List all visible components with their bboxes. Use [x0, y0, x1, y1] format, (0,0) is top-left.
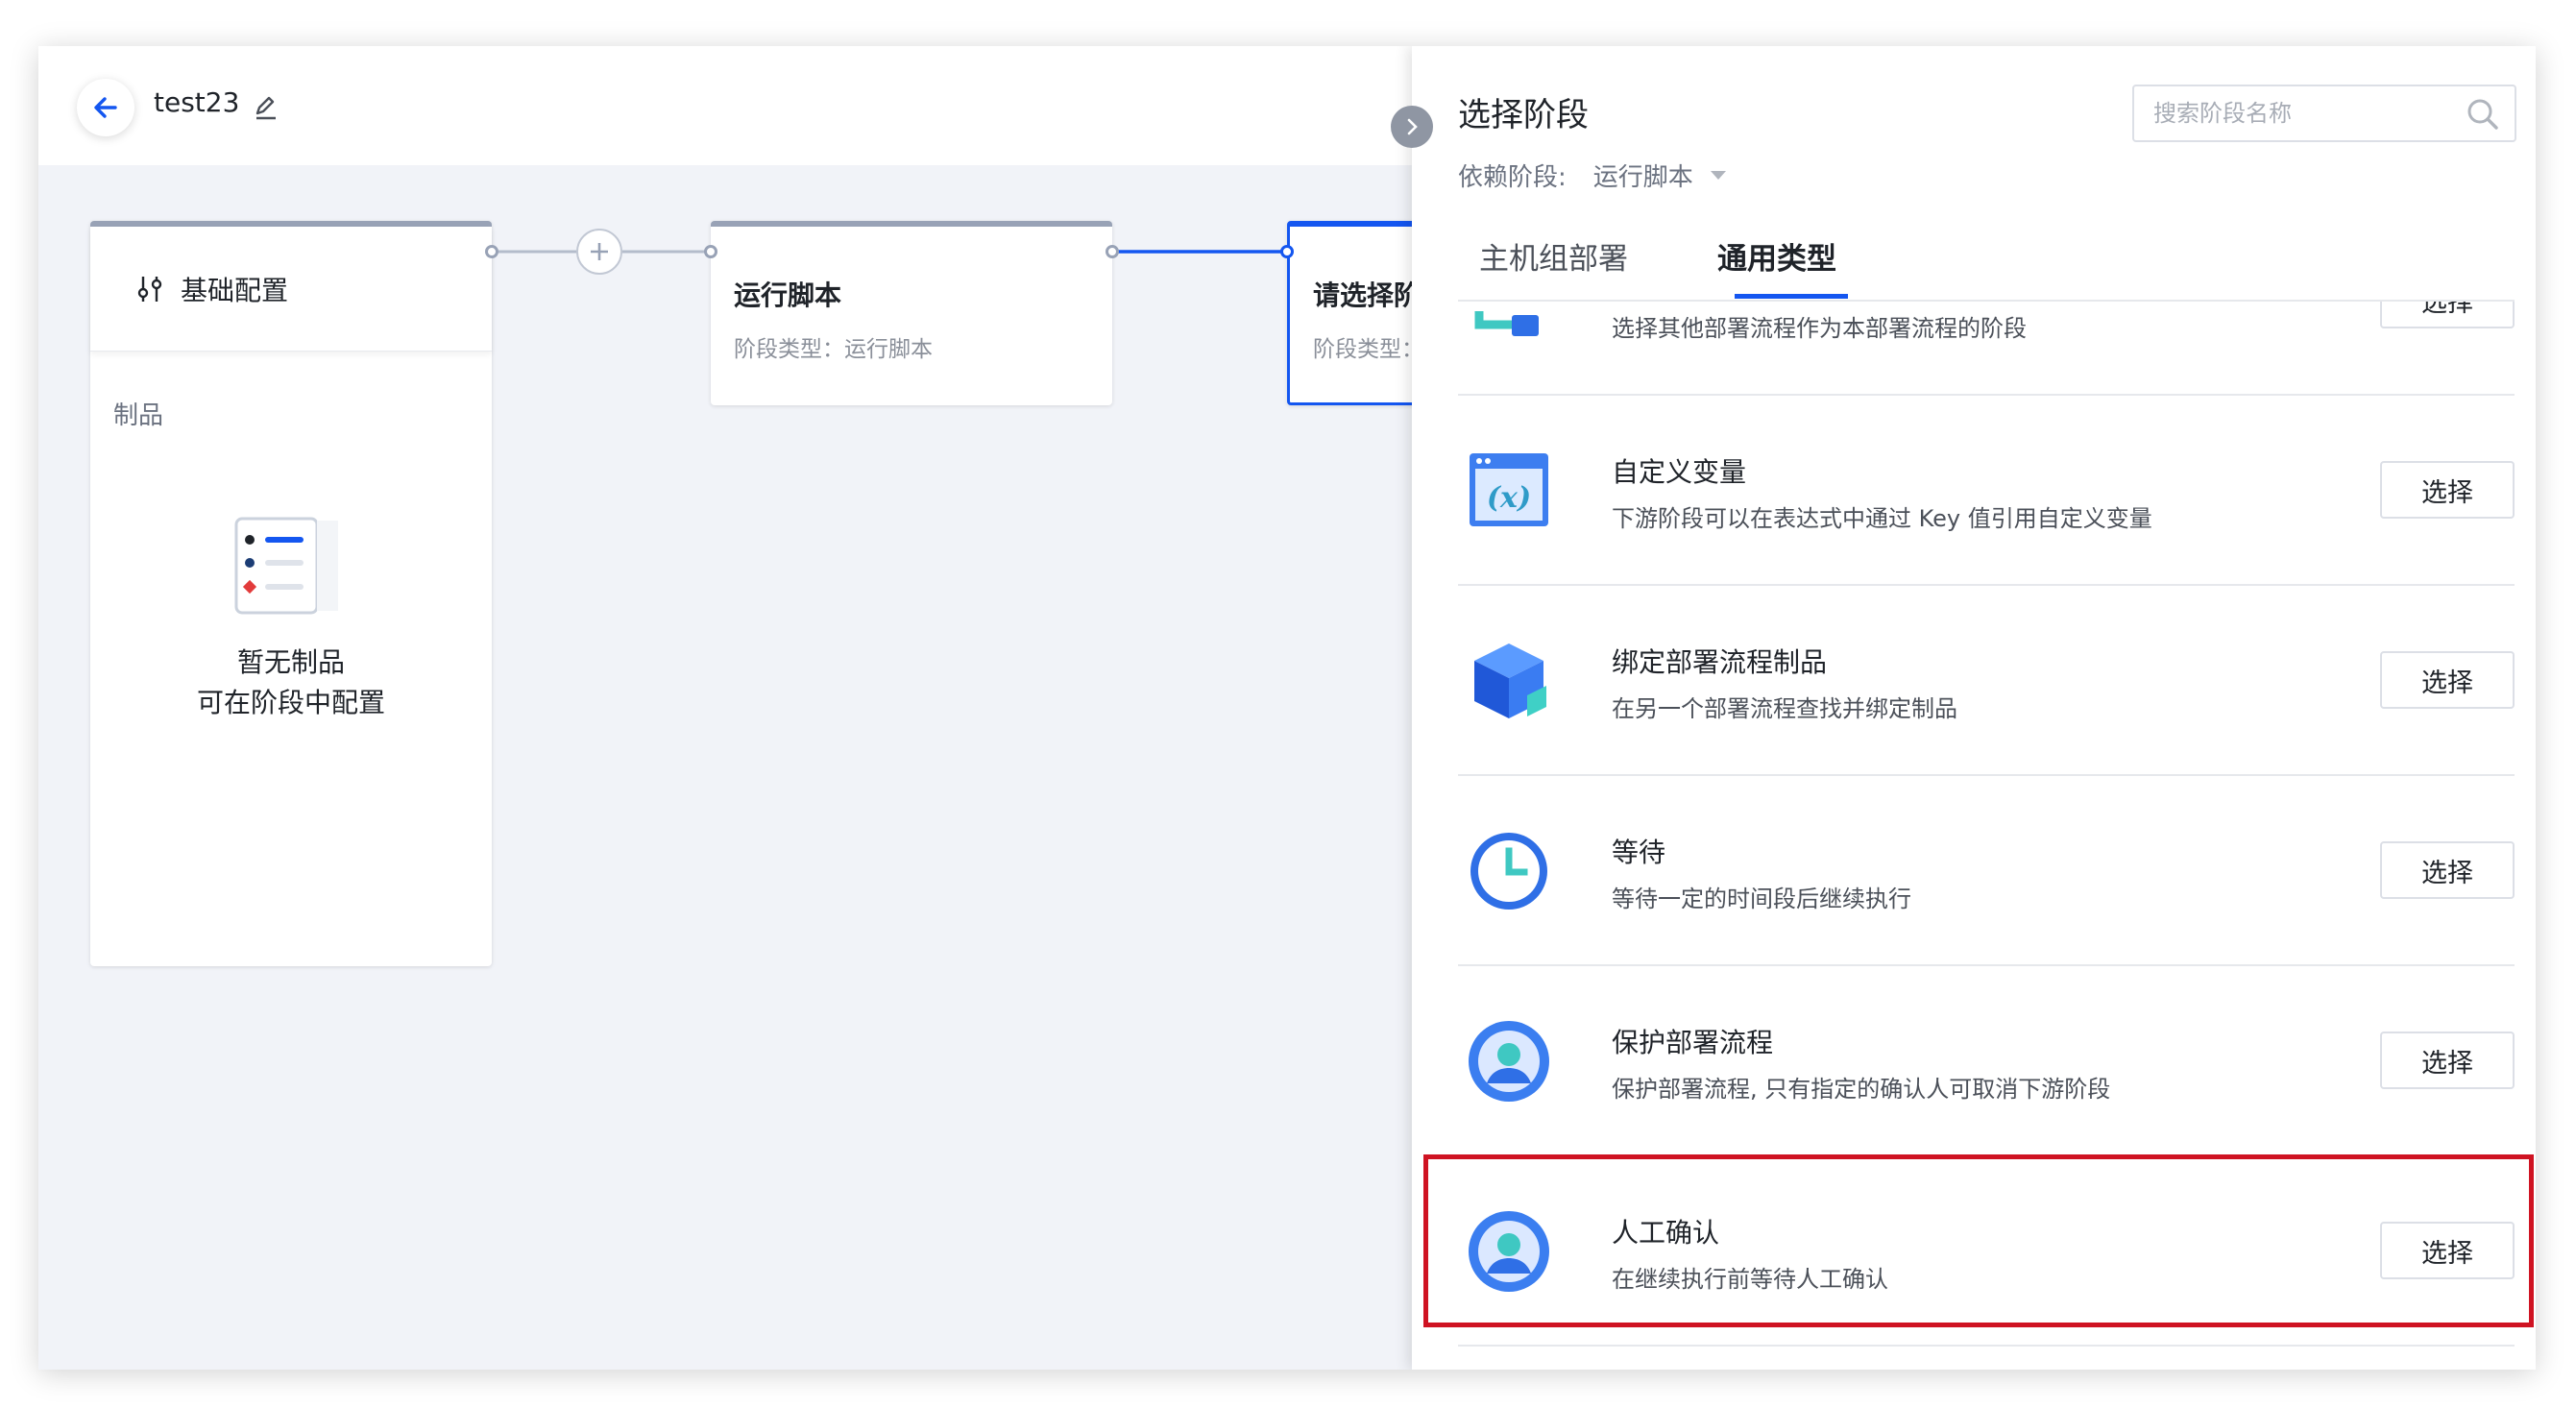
connector-dot [704, 245, 717, 258]
search-icon[interactable] [2467, 98, 2499, 131]
stage-node[interactable]: 运行脚本 阶段类型：运行脚本 [711, 221, 1112, 405]
select-button[interactable]: 选择 [2380, 651, 2515, 709]
base-config-title: 基础配置 [181, 274, 289, 306]
user-icon [1469, 1021, 1549, 1102]
search-input[interactable] [2153, 96, 2442, 131]
select-button[interactable]: 选择 [2380, 461, 2515, 519]
item-description: 选择其他部署流程作为本部署流程的阶段 [1612, 315, 2027, 342]
stage-type: 阶段类型：运行脚本 [734, 337, 933, 362]
empty-artifacts-text: 暂无制品 [236, 646, 345, 678]
base-config-header: 基础配置 [90, 227, 492, 352]
list-item: (x) 自定义变量 下游阶段可以在表达式中通过 Key 值引用自定义变量 选择 [1458, 396, 2515, 586]
variable-icon: (x) [1470, 453, 1548, 526]
connector-dot [485, 245, 498, 258]
empty-artifacts-illustration [234, 517, 338, 615]
stage-title: 运行脚本 [734, 279, 842, 311]
svg-text:(x): (x) [1487, 481, 1531, 515]
panel-title: 选择阶段 [1458, 96, 1589, 134]
add-stage-button[interactable] [576, 229, 622, 275]
pipeline-icon [1474, 311, 1539, 336]
item-description: 在另一个部署流程查找并绑定制品 [1612, 695, 1957, 722]
connector-dot [1280, 245, 1294, 258]
dependency-label: 依赖阶段: [1458, 163, 1567, 192]
item-title: 绑定部署流程制品 [1612, 646, 1828, 678]
chevron-right-icon [1407, 118, 1418, 135]
empty-artifacts-hint: 可在阶段中配置 [196, 687, 385, 718]
tab-host-group-deploy[interactable]: 主机组部署 [1479, 234, 1628, 278]
plus-icon [591, 243, 608, 260]
item-title: 等待 [1612, 837, 1666, 868]
list-item: 绑定部署流程制品 在另一个部署流程查找并绑定制品 选择 [1458, 586, 2515, 776]
connector-dot [1106, 245, 1119, 258]
item-description: 下游阶段可以在表达式中通过 Key 值引用自定义变量 [1612, 505, 2152, 532]
select-button[interactable]: 选择 [2380, 302, 2515, 328]
base-config-node[interactable]: 基础配置 制品 暂无制品 可在阶段中配置 [90, 221, 492, 966]
caret-down-icon [1710, 170, 1726, 180]
highlight-box [1423, 1154, 2534, 1327]
tab-general-type[interactable]: 通用类型 [1717, 234, 1836, 278]
artifacts-label: 制品 [113, 401, 164, 430]
item-description: 保护部署流程, 只有指定的确认人可取消下游阶段 [1612, 1076, 2111, 1103]
list-item: 等待 等待一定的时间段后继续执行 选择 [1458, 776, 2515, 966]
collapse-panel-button[interactable] [1391, 106, 1433, 148]
item-title: 自定义变量 [1612, 456, 1747, 488]
cube-icon [1474, 643, 1546, 718]
select-button[interactable]: 选择 [2380, 841, 2515, 899]
stage-type: 阶段类型： [1313, 337, 1423, 362]
item-description: 等待一定的时间段后继续执行 [1612, 886, 1911, 912]
list-item: 选择其他部署流程作为本部署流程的阶段 选择 [1458, 302, 2515, 396]
active-tab-indicator [1735, 294, 1848, 299]
dependency-selector[interactable]: 依赖阶段: 运行脚本 [1458, 158, 1726, 193]
dependency-value: 运行脚本 [1592, 163, 1693, 192]
clock-icon [1470, 833, 1547, 910]
item-title: 保护部署流程 [1612, 1027, 1774, 1058]
select-button[interactable]: 选择 [2380, 1032, 2515, 1089]
sliders-icon [137, 276, 162, 302]
list-item: 保护部署流程 保护部署流程, 只有指定的确认人可取消下游阶段 选择 [1458, 966, 2515, 1156]
search-box [2132, 85, 2516, 142]
